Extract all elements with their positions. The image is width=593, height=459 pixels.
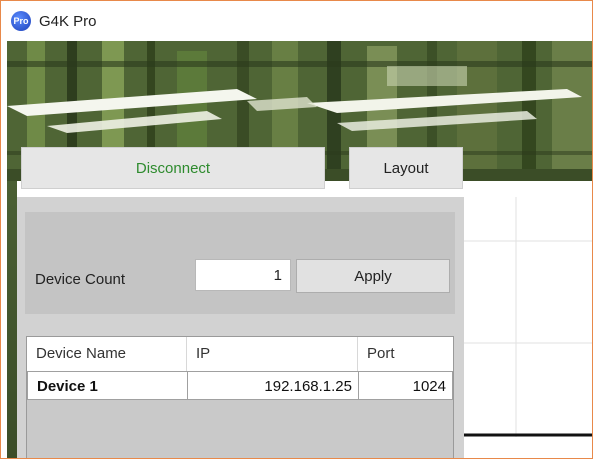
app-window: Pro G4K Pro Disconnect Layout Device Cou… (0, 0, 593, 459)
apply-button-label: Apply (354, 267, 392, 285)
table-header: Device Name IP Port (27, 337, 453, 372)
device-count-label: Device Count (35, 271, 126, 288)
app-logo-icon: Pro (11, 11, 31, 31)
layout-grid (464, 197, 592, 437)
column-header-port[interactable]: Port (358, 337, 453, 371)
banner-left-strip (7, 181, 17, 458)
device-count-panel: Device Count Apply (25, 212, 455, 314)
layout-button[interactable]: Layout (349, 147, 463, 189)
cell-port[interactable]: 1024 (358, 371, 453, 400)
layout-button-label: Layout (383, 159, 429, 177)
device-table: Device Name IP Port Device 1 192.168.1.2… (26, 336, 454, 458)
apply-button[interactable]: Apply (296, 259, 450, 293)
cell-device-name[interactable]: Device 1 (27, 371, 188, 400)
column-header-ip[interactable]: IP (187, 337, 358, 371)
cell-ip[interactable]: 192.168.1.25 (187, 371, 359, 400)
device-panel: Device Count Apply Device Name IP Port D… (17, 197, 464, 458)
layout-grid-area[interactable] (464, 197, 592, 458)
column-header-device-name[interactable]: Device Name (27, 337, 187, 371)
device-count-input[interactable] (195, 259, 291, 291)
disconnect-button[interactable]: Disconnect (21, 147, 325, 189)
table-row[interactable]: Device 1 192.168.1.25 1024 (27, 371, 453, 400)
window-title: G4K Pro (39, 12, 97, 30)
title-bar[interactable]: Pro G4K Pro (1, 1, 592, 41)
disconnect-button-label: Disconnect (135, 159, 211, 177)
